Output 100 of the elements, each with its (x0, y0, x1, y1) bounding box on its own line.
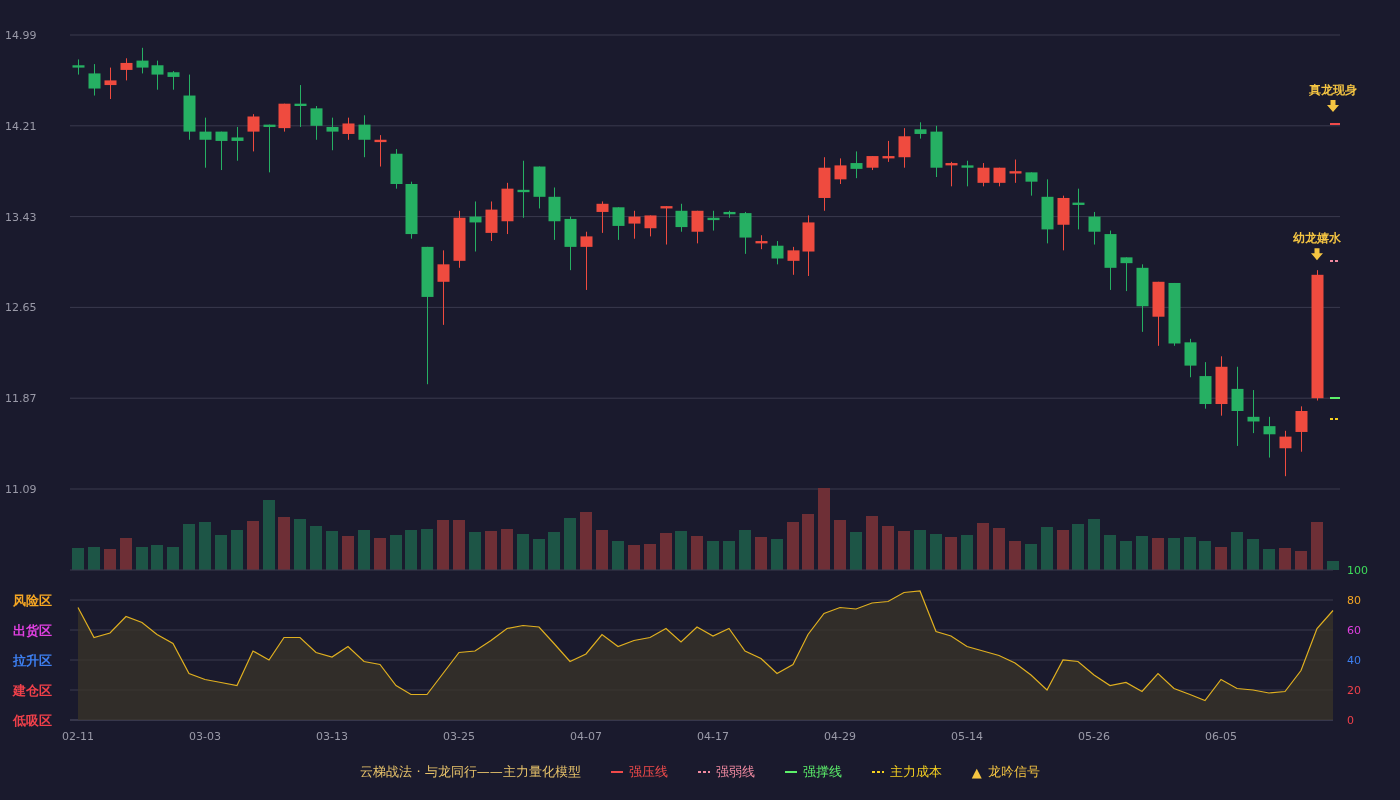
candlestick (850, 150, 863, 179)
axis-label: 20 (1347, 684, 1361, 697)
candlestick (88, 63, 101, 97)
candlestick (263, 124, 276, 173)
axis-label: 02-11 (62, 730, 94, 743)
zone-label: 风险区 (13, 593, 52, 608)
axis-label: 04-17 (697, 730, 729, 743)
signal-label: 真龙现身 (1309, 83, 1357, 97)
candlestick (930, 125, 943, 178)
candlestick (358, 114, 371, 158)
axis-label: 100 (1347, 564, 1368, 577)
axis-label: 03-25 (443, 730, 475, 743)
axis-label: 60 (1347, 624, 1361, 637)
candlestick (739, 211, 752, 255)
legend-title: 云梯战法 · 与龙同行——主力量化模型 (360, 763, 581, 781)
legend-label: 强压线 (628, 763, 668, 781)
candlestick (580, 231, 593, 291)
candlestick (485, 200, 498, 242)
zone-label: 出货区 (13, 623, 52, 638)
candlestick (707, 210, 720, 232)
candlestick (1104, 230, 1117, 291)
triangle-icon: ▲ (971, 764, 982, 780)
candlestick (1295, 405, 1308, 453)
candlestick (231, 126, 244, 162)
axis-label: 11.87 (5, 392, 37, 406)
candlestick (1009, 159, 1022, 184)
candlestick (1247, 389, 1260, 434)
legend-label: 强弱线 (715, 763, 755, 781)
axis-label: 03-03 (189, 730, 221, 743)
candlestick (834, 157, 847, 185)
candlestick (120, 57, 133, 81)
candlestick (453, 210, 466, 269)
candlestick (167, 70, 180, 91)
candlestick (914, 121, 927, 140)
candlestick (405, 181, 418, 240)
legend-label: 强撑线 (802, 763, 842, 781)
candlestick (548, 187, 561, 241)
down-arrow-icon (1311, 248, 1323, 261)
candlestick (898, 127, 911, 169)
candlestick (517, 160, 530, 219)
axis-label: 11.09 (5, 483, 37, 496)
axis-label: 0 (1347, 714, 1354, 727)
candlestick (866, 155, 879, 171)
candlestick (1120, 256, 1133, 292)
candlestick (1215, 355, 1228, 417)
axis-label: 40 (1347, 654, 1361, 667)
candlestick (1072, 188, 1085, 230)
axis-label: 04-07 (570, 730, 602, 743)
candlestick (374, 134, 387, 168)
candlestick (1263, 416, 1276, 459)
candlestick (151, 60, 164, 91)
axis-label: 05-26 (1078, 730, 1110, 743)
candlestick (104, 67, 117, 100)
axis-label: 04-29 (824, 730, 856, 743)
legend-label: 龙吟信号 (987, 763, 1040, 781)
candlestick (993, 167, 1006, 187)
candlestick (1025, 171, 1038, 197)
candlestick (469, 200, 482, 252)
candlestick (342, 117, 355, 141)
candlestick (977, 162, 990, 187)
axis-label: 03-13 (316, 730, 348, 743)
candlestick (1057, 195, 1070, 251)
candlestick (1088, 211, 1101, 246)
candlestick (771, 240, 784, 265)
candlestick (628, 210, 641, 240)
candlestick (1152, 281, 1165, 347)
candlestick (945, 161, 958, 187)
candlestick (183, 74, 196, 141)
candlestick (660, 205, 673, 246)
candlestick (390, 148, 403, 190)
candlestick (1199, 361, 1212, 410)
candlestick (564, 216, 577, 271)
candlestick (1168, 282, 1181, 347)
legend-label: 主力成本 (889, 763, 942, 781)
candlestick (278, 103, 291, 133)
candlestick (787, 246, 800, 276)
candlestick (72, 58, 85, 76)
candlestick (199, 117, 212, 169)
axis-label: 12.65 (5, 301, 37, 315)
candlestick (294, 84, 307, 128)
level-marker (1329, 123, 1341, 125)
axis-label: 14.21 (5, 119, 37, 133)
candlestick (723, 210, 736, 219)
candlestick (818, 156, 831, 212)
level-marker (1329, 418, 1341, 420)
candlestick (675, 203, 688, 233)
candlestick (501, 182, 514, 235)
candlestick (1041, 178, 1054, 244)
zone-label: 拉升区 (13, 653, 52, 668)
candlestick (1184, 338, 1197, 378)
candlestick (136, 47, 149, 74)
down-arrow-icon (1327, 100, 1339, 112)
level-marker (1329, 260, 1341, 262)
axis-label: 05-14 (951, 730, 983, 743)
axis-label: 80 (1347, 594, 1361, 607)
zone-label: 建仓区 (13, 683, 52, 698)
candlestick (310, 105, 323, 141)
candlestick (755, 234, 768, 250)
candlestick (1136, 263, 1149, 333)
candlestick (644, 214, 657, 237)
